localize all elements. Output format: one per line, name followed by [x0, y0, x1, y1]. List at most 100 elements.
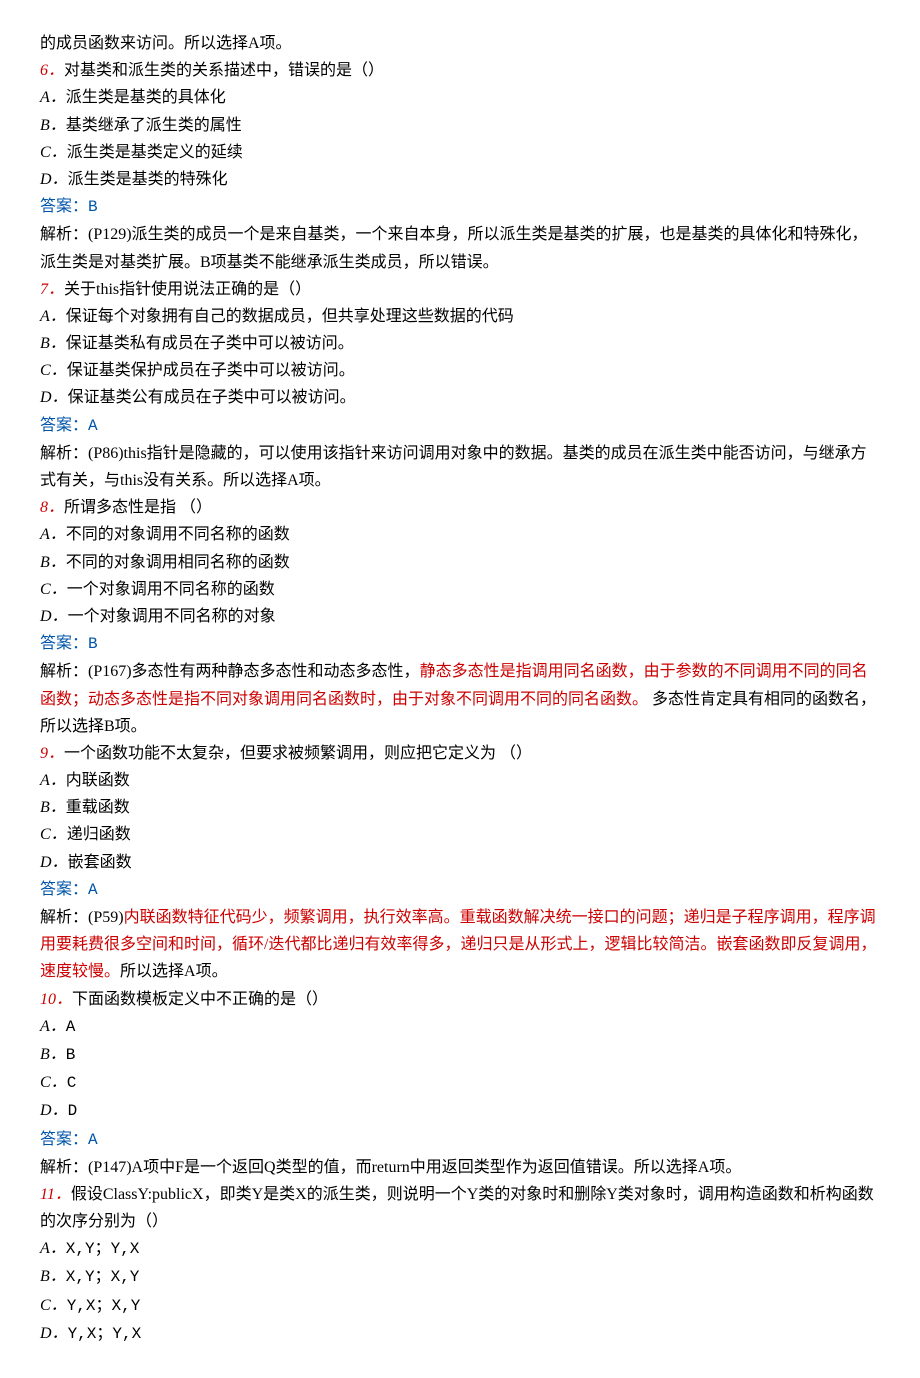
q8-stem: 所谓多态性是指 （）	[64, 499, 212, 516]
q9-option-a: A．内联函数	[40, 767, 880, 794]
q11-number: 11．	[40, 1186, 71, 1203]
option-letter: B．	[40, 554, 66, 571]
prev-explanation-tail: 的成员函数来访问。所以选择A项。	[40, 30, 880, 57]
option-letter: D．	[40, 171, 68, 188]
answer-value: A	[88, 417, 98, 435]
option-letter: C．	[40, 1297, 67, 1314]
q7-stem-line: 7．关于this指针使用说法正确的是（）	[40, 276, 880, 303]
option-letter: A．	[40, 308, 66, 325]
q6-option-c: C．派生类是基类定义的延续	[40, 139, 880, 166]
option-letter: B．	[40, 1268, 66, 1285]
q9-option-c: C．递归函数	[40, 821, 880, 848]
option-text: 保证基类保护成员在子类中可以被访问。	[67, 362, 355, 379]
q9-number: 9．	[40, 745, 64, 762]
option-text: 不同的对象调用相同名称的函数	[66, 554, 290, 571]
q9-stem-line: 9．一个函数功能不太复杂，但要求被频繁调用，则应把它定义为 （）	[40, 740, 880, 767]
q9-option-b: B．重载函数	[40, 794, 880, 821]
option-letter: A．	[40, 1018, 66, 1035]
q10-option-a: A．A	[40, 1013, 880, 1041]
q11-option-c: C．Y,X；X,Y	[40, 1292, 880, 1320]
q10-stem: 下面函数模板定义中不正确的是（）	[72, 991, 328, 1008]
answer-label: 答案：	[40, 1131, 88, 1148]
q10-explanation: 解析：(P147)A项中F是一个返回Q类型的值，而return中用返回类型作为返…	[40, 1154, 880, 1181]
option-text: 保证基类私有成员在子类中可以被访问。	[66, 335, 354, 352]
option-text: 一个对象调用不同名称的函数	[67, 581, 275, 598]
q11-option-d: D．Y,X；Y,X	[40, 1320, 880, 1348]
q9-option-d: D．嵌套函数	[40, 849, 880, 876]
option-text: 嵌套函数	[68, 854, 132, 871]
q8-number: 8．	[40, 499, 64, 516]
option-letter: C．	[40, 826, 67, 843]
option-letter: D．	[40, 1325, 68, 1342]
option-text: D	[68, 1102, 78, 1120]
q8-option-c: C．一个对象调用不同名称的函数	[40, 576, 880, 603]
option-text: X,Y；Y,X	[66, 1240, 140, 1258]
q7-stem: 关于this指针使用说法正确的是（）	[64, 281, 311, 298]
option-letter: D．	[40, 1102, 68, 1119]
answer-label: 答案：	[40, 635, 88, 652]
q6-option-b: B．基类继承了派生类的属性	[40, 112, 880, 139]
option-letter: C．	[40, 581, 67, 598]
q10-option-b: B．B	[40, 1041, 880, 1069]
q10-stem-line: 10．下面函数模板定义中不正确的是（）	[40, 986, 880, 1013]
q9-stem: 一个函数功能不太复杂，但要求被频繁调用，则应把它定义为 （）	[64, 745, 532, 762]
option-text: 保证基类公有成员在子类中可以被访问。	[68, 389, 356, 406]
q10-answer: 答案：A	[40, 1126, 880, 1154]
q9-answer: 答案：A	[40, 876, 880, 904]
q9-explanation: 解析：(P59)内联函数特征代码少，频繁调用，执行效率高。重载函数解决统一接口的…	[40, 904, 880, 986]
q6-stem: 对基类和派生类的关系描述中，错误的是（）	[64, 62, 384, 79]
q11-option-a: A．X,Y；Y,X	[40, 1235, 880, 1263]
option-letter: D．	[40, 854, 68, 871]
q11-stem-line: 11．假设ClassY:publicX，即类Y是类X的派生类，则说明一个Y类的对…	[40, 1181, 880, 1235]
option-letter: C．	[40, 362, 67, 379]
option-letter: B．	[40, 335, 66, 352]
option-letter: B．	[40, 117, 66, 134]
option-letter: A．	[40, 1240, 66, 1257]
q11-option-b: B．X,Y；X,Y	[40, 1263, 880, 1291]
answer-label: 答案：	[40, 417, 88, 434]
option-text: 保证每个对象拥有自己的数据成员，但共享处理这些数据的代码	[66, 308, 514, 325]
option-letter: A．	[40, 89, 66, 106]
q8-option-a: A．不同的对象调用不同名称的函数	[40, 521, 880, 548]
answer-value: B	[88, 635, 98, 653]
option-text: 派生类是基类的特殊化	[68, 171, 228, 188]
answer-value: A	[88, 881, 98, 899]
q8-answer: 答案：B	[40, 630, 880, 658]
exp-post: 所以选择A项。	[120, 963, 228, 980]
q8-explanation: 解析：(P167)多态性有两种静态多态性和动态多态性，静态多态性是指调用同名函数…	[40, 658, 880, 740]
option-text: 基类继承了派生类的属性	[66, 117, 242, 134]
q6-option-d: D．派生类是基类的特殊化	[40, 166, 880, 193]
option-text: C	[67, 1074, 77, 1092]
option-text: 一个对象调用不同名称的对象	[68, 608, 276, 625]
option-text: B	[66, 1046, 76, 1064]
option-text: 内联函数	[66, 772, 130, 789]
option-text: 重载函数	[66, 799, 130, 816]
q10-option-d: D．D	[40, 1097, 880, 1125]
q7-number: 7．	[40, 281, 64, 298]
option-letter: C．	[40, 144, 67, 161]
q8-option-d: D．一个对象调用不同名称的对象	[40, 603, 880, 630]
q6-number: 6．	[40, 62, 64, 79]
q6-stem-line: 6．对基类和派生类的关系描述中，错误的是（）	[40, 57, 880, 84]
option-text: Y,X；X,Y	[67, 1297, 141, 1315]
answer-value: B	[88, 198, 98, 216]
answer-label: 答案：	[40, 881, 88, 898]
option-text: Y,X；Y,X	[68, 1325, 142, 1343]
exp-pre: 解析：(P59)	[40, 909, 124, 926]
q6-option-a: A．派生类是基类的具体化	[40, 84, 880, 111]
q7-option-a: A．保证每个对象拥有自己的数据成员，但共享处理这些数据的代码	[40, 303, 880, 330]
q10-option-c: C．C	[40, 1069, 880, 1097]
answer-label: 答案：	[40, 198, 88, 215]
q8-stem-line: 8．所谓多态性是指 （）	[40, 494, 880, 521]
option-text: X,Y；X,Y	[66, 1268, 140, 1286]
q7-option-b: B．保证基类私有成员在子类中可以被访问。	[40, 330, 880, 357]
option-text: 不同的对象调用不同名称的函数	[66, 526, 290, 543]
option-letter: B．	[40, 1046, 66, 1063]
q6-explanation: 解析：(P129)派生类的成员一个是来自基类，一个来自本身，所以派生类是基类的扩…	[40, 221, 880, 275]
q6-answer: 答案：B	[40, 193, 880, 221]
q10-number: 10．	[40, 991, 72, 1008]
q11-stem: 假设ClassY:publicX，即类Y是类X的派生类，则说明一个Y类的对象时和…	[40, 1186, 874, 1230]
option-letter: A．	[40, 772, 66, 789]
q7-explanation: 解析：(P86)this指针是隐藏的，可以使用该指针来访问调用对象中的数据。基类…	[40, 440, 880, 494]
answer-value: A	[88, 1131, 98, 1149]
